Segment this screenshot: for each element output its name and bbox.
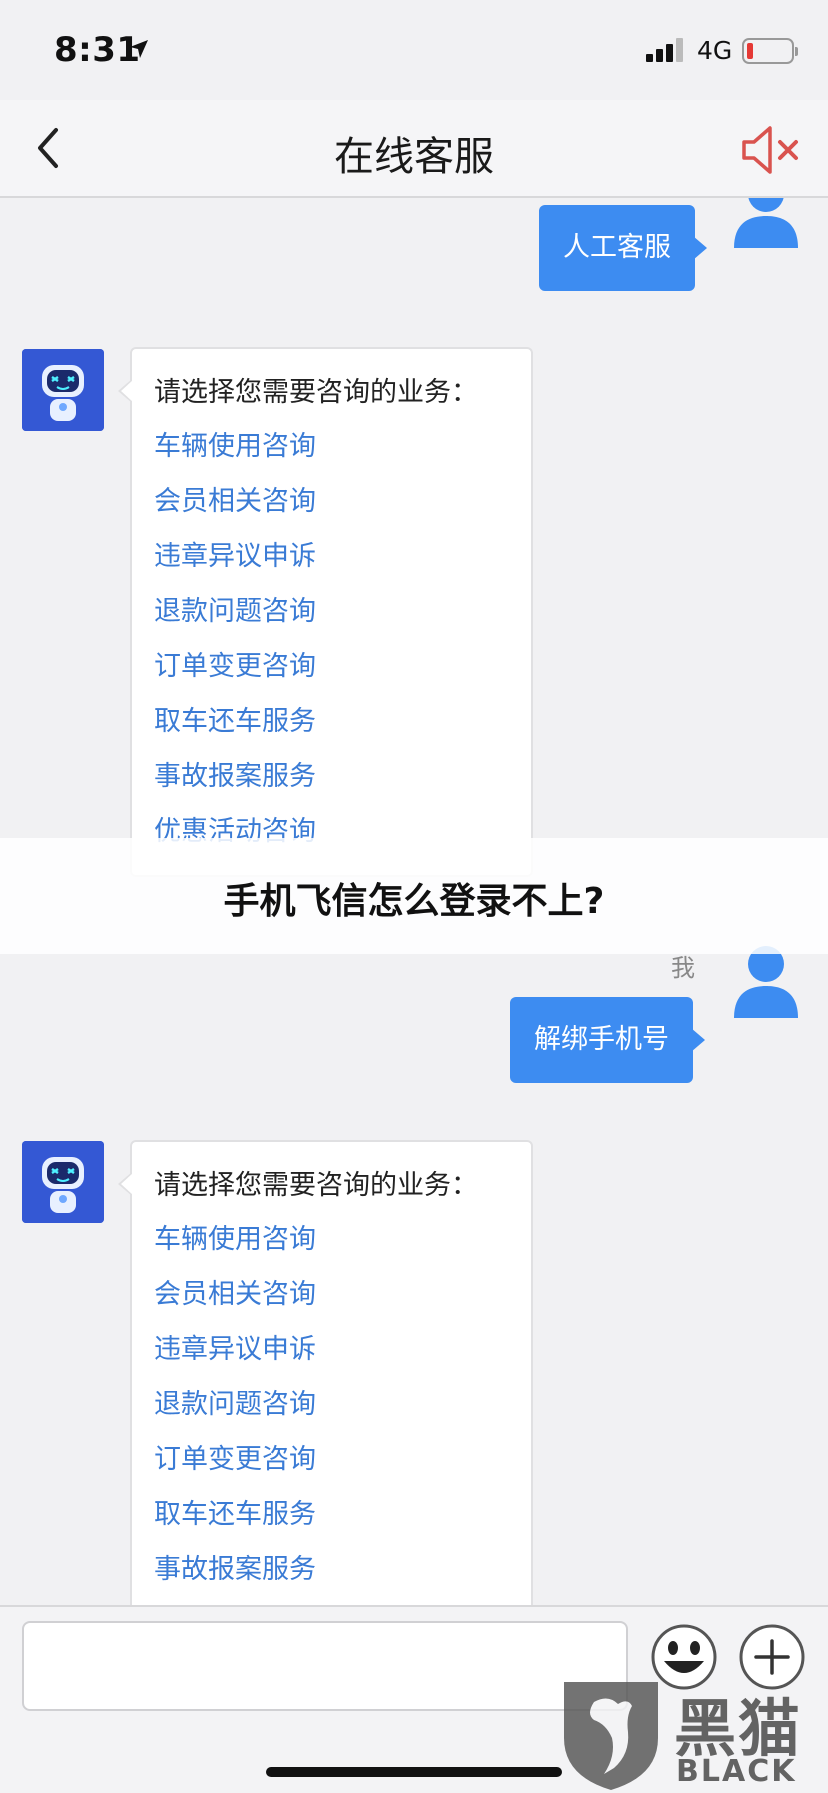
bot-avatar: [22, 349, 104, 431]
bot-message-bubble: 请选择您需要咨询的业务： 车辆使用咨询 会员相关咨询 违章异议申诉 退款问题咨询…: [118, 1140, 533, 1605]
cat-shield-logo-icon: [564, 1682, 658, 1790]
option-refund[interactable]: 退款问题咨询: [154, 1377, 509, 1432]
watermark: 黑猫 BLACK CAT: [556, 1676, 828, 1793]
bot-prompt: 请选择您需要咨询的业务：: [154, 377, 478, 408]
option-violation-appeal[interactable]: 违章异议申诉: [154, 529, 509, 584]
option-accident-report[interactable]: 事故报案服务: [154, 1542, 509, 1597]
watermark-sub: BLACK CAT: [676, 1754, 797, 1793]
message-input[interactable]: [22, 1621, 628, 1711]
battery-icon: [742, 38, 798, 64]
nav-bar: 在线客服: [0, 100, 828, 198]
page-title: 在线客服: [334, 134, 494, 180]
option-membership[interactable]: 会员相关咨询: [154, 474, 509, 529]
option-membership[interactable]: 会员相关咨询: [154, 1267, 509, 1322]
option-order-change[interactable]: 订单变更咨询: [154, 1432, 509, 1487]
home-indicator: [266, 1767, 562, 1777]
cellular-signal-icon: [646, 38, 688, 62]
option-pickup-return[interactable]: 取车还车服务: [154, 1487, 509, 1542]
speaker-muted-icon[interactable]: [738, 120, 804, 180]
my-message-bubble: 人工客服: [539, 205, 707, 291]
option-accident-report[interactable]: 事故报案服务: [154, 749, 509, 804]
overlay-banner: 手机飞信怎么登录不上?: [0, 838, 828, 954]
option-vehicle-usage[interactable]: 车辆使用咨询: [154, 419, 509, 474]
option-violation-appeal[interactable]: 违章异议申诉: [154, 1322, 509, 1377]
my-message-bubble: 解绑手机号: [510, 997, 705, 1083]
network-type: 4G: [697, 36, 733, 65]
bot-avatar: [22, 1141, 104, 1223]
option-order-change[interactable]: 订单变更咨询: [154, 639, 509, 694]
option-pickup-return[interactable]: 取车还车服务: [154, 694, 509, 749]
bot-prompt: 请选择您需要咨询的业务：: [154, 1170, 478, 1201]
location-arrow-icon: [130, 40, 148, 58]
bot-message-bubble: 请选择您需要咨询的业务： 车辆使用咨询 会员相关咨询 违章异议申诉 退款问题咨询…: [118, 347, 533, 877]
user-avatar: [734, 198, 798, 248]
option-vehicle-usage[interactable]: 车辆使用咨询: [154, 1212, 509, 1267]
option-refund[interactable]: 退款问题咨询: [154, 584, 509, 639]
status-bar: 8:31 4G: [0, 0, 828, 100]
overlay-title: 手机飞信怎么登录不上?: [223, 881, 605, 922]
